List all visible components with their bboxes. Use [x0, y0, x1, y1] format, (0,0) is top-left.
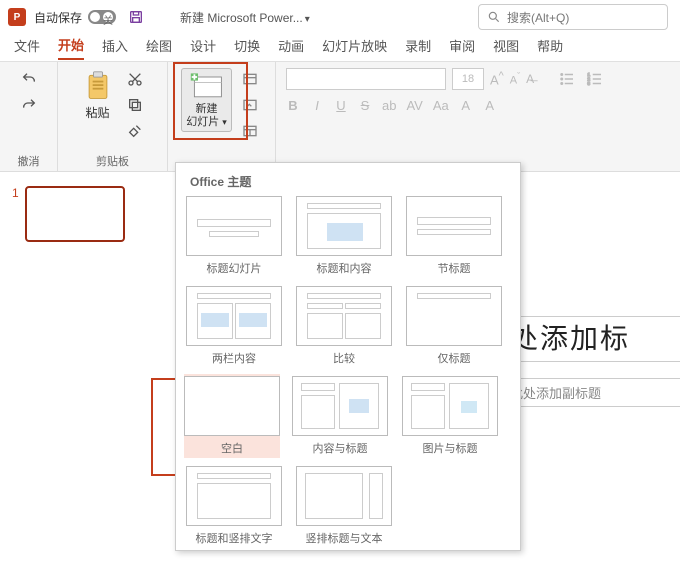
layout-label: 标题幻灯片 [207, 260, 262, 276]
format-btn-7[interactable]: A [459, 98, 473, 113]
tab-动画[interactable]: 动画 [278, 36, 304, 59]
layout-label: 竖排标题与文本 [306, 530, 383, 546]
format-btn-1[interactable]: I [310, 98, 324, 113]
svg-text:3: 3 [588, 81, 591, 86]
slide-section-button[interactable] [238, 120, 262, 142]
switch-icon: 关 [88, 10, 116, 24]
document-title[interactable]: 新建 Microsoft Power...▾ [180, 9, 310, 26]
layout-option-4[interactable]: 比较 [296, 286, 392, 366]
subtitle-placeholder[interactable]: 此处添加副标题 [510, 378, 680, 407]
app-icon: P [8, 8, 26, 26]
format-btn-5[interactable]: AV [406, 98, 422, 113]
paste-button[interactable]: 粘贴 [79, 68, 117, 123]
layout-label: 节标题 [438, 260, 471, 276]
copy-icon [127, 97, 143, 113]
tab-幻灯片放映[interactable]: 幻灯片放映 [322, 36, 387, 59]
search-placeholder: 搜索(Alt+Q) [507, 9, 569, 26]
layout-gallery: Office 主题 标题幻灯片 标题和内容 节标题两栏内容 比较 仅标题空白 内容与标题 图… [175, 162, 521, 551]
font-family-select[interactable] [286, 68, 446, 90]
tab-审阅[interactable]: 审阅 [449, 36, 475, 59]
tab-视图[interactable]: 视图 [493, 36, 519, 59]
clipboard-icon [83, 70, 113, 102]
layout-option-2[interactable]: 节标题 [406, 196, 502, 276]
format-btn-8[interactable]: A [483, 98, 497, 113]
tab-切换[interactable]: 切换 [234, 36, 260, 59]
tab-帮助[interactable]: 帮助 [537, 36, 563, 59]
undo-button[interactable] [17, 68, 41, 90]
layout-option-1[interactable]: 标题和内容 [296, 196, 392, 276]
tab-开始[interactable]: 开始 [58, 35, 84, 60]
redo-button[interactable] [17, 94, 41, 116]
ribbon-tabs: 文件开始插入绘图设计切换动画幻灯片放映录制审阅视图帮助 [0, 34, 680, 62]
panel-title: Office 主题 [186, 171, 510, 196]
group-label-clipboard: 剪贴板 [96, 153, 129, 169]
layout-label: 两栏内容 [212, 350, 256, 366]
chevron-down-icon: ▾ [305, 14, 310, 25]
new-slide-button[interactable]: 新建幻灯片 ▾ [181, 68, 232, 132]
layout-option-8[interactable]: 图片与标题 [402, 376, 498, 456]
ribbon: 撤消 粘贴 剪贴板 新建幻灯片 ▾ [0, 62, 680, 172]
search-icon [487, 10, 501, 24]
layout-option-7[interactable]: 内容与标题 [292, 376, 388, 456]
layout-label: 空白 [221, 440, 243, 456]
tab-插入[interactable]: 插入 [102, 36, 128, 59]
layout-label: 标题和竖排文字 [196, 530, 273, 546]
layout-option-5[interactable]: 仅标题 [406, 286, 502, 366]
numbering-icon[interactable]: 123 [586, 70, 604, 88]
layout-option-6[interactable]: 空白 [184, 374, 280, 458]
layout-label: 比较 [333, 350, 355, 366]
bullets-icon[interactable] [558, 70, 576, 88]
layout-option-10[interactable]: 竖排标题与文本 [296, 466, 392, 546]
slide-thumbnail[interactable] [25, 186, 125, 242]
new-slide-icon [189, 71, 225, 101]
layout-label: 标题和内容 [317, 260, 372, 276]
tab-录制[interactable]: 录制 [405, 36, 431, 59]
autosave-toggle[interactable]: 自动保存 关 [34, 9, 116, 26]
format-btn-2[interactable]: U [334, 98, 348, 113]
format-btn-4[interactable]: ab [382, 98, 396, 113]
chevron-down-icon: ▾ [222, 117, 227, 127]
brush-icon [127, 123, 143, 139]
tab-设计[interactable]: 设计 [190, 36, 216, 59]
tab-绘图[interactable]: 绘图 [146, 36, 172, 59]
layout-label: 图片与标题 [423, 440, 478, 456]
slide-layout-button[interactable] [238, 68, 262, 90]
format-btn-6[interactable]: Aa [433, 98, 449, 113]
search-input[interactable]: 搜索(Alt+Q) [478, 4, 668, 30]
font-size-select[interactable]: 18 [452, 68, 484, 90]
format-painter-button[interactable] [123, 120, 147, 142]
thumbnail-number: 1 [12, 186, 19, 242]
font-group: 18 A^ Aˇ A̶ 123 BIUSab AV Aa AA [276, 62, 680, 171]
layout-label: 仅标题 [438, 350, 471, 366]
decrease-font-button[interactable]: Aˇ [510, 71, 520, 87]
slide-thumbnails: 1 [0, 172, 155, 582]
autosave-label: 自动保存 [34, 9, 82, 26]
cut-button[interactable] [123, 68, 147, 90]
layout-option-3[interactable]: 两栏内容 [186, 286, 282, 366]
clear-format-button[interactable]: A̶ [526, 72, 534, 86]
copy-button[interactable] [123, 94, 147, 116]
format-btn-3[interactable]: S [358, 98, 372, 113]
scissors-icon [127, 71, 143, 87]
increase-font-button[interactable]: A^ [490, 70, 504, 87]
group-label-undo: 撤消 [18, 153, 40, 169]
title-placeholder[interactable]: 处添加标 [510, 317, 680, 357]
slide-reset-button[interactable] [238, 94, 262, 116]
layout-option-0[interactable]: 标题幻灯片 [186, 196, 282, 276]
tab-文件[interactable]: 文件 [14, 36, 40, 59]
save-button[interactable] [124, 6, 148, 28]
layout-label: 内容与标题 [313, 440, 368, 456]
format-btn-0[interactable]: B [286, 98, 300, 113]
layout-option-9[interactable]: 标题和竖排文字 [186, 466, 282, 546]
